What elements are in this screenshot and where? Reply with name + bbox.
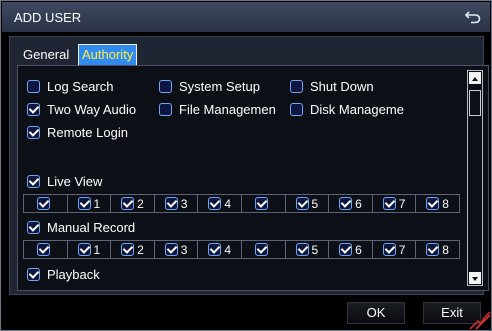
checkbox[interactable] bbox=[208, 197, 222, 210]
live-view-channel-2[interactable]: 2 bbox=[111, 195, 155, 212]
arrow-down-icon bbox=[472, 277, 478, 281]
manual-record-channel-5[interactable]: 5 bbox=[286, 241, 330, 258]
disk-management-option[interactable]: Disk Manageme bbox=[290, 102, 404, 117]
shut-down-option[interactable]: Shut Down bbox=[290, 79, 374, 94]
manual-record-channel-4[interactable]: 4 bbox=[198, 241, 242, 258]
log-search-checkbox[interactable] bbox=[27, 80, 40, 93]
manual-record-channel-grid: 1 2 3 4 5 6 7 8 bbox=[23, 240, 460, 259]
live-view-channel-group[interactable] bbox=[242, 195, 286, 212]
disk-management-label: Disk Manageme bbox=[310, 102, 404, 117]
vertical-scrollbar[interactable] bbox=[467, 70, 483, 286]
log-search-option[interactable]: Log Search bbox=[27, 79, 114, 94]
checkbox[interactable] bbox=[77, 197, 91, 210]
manual-record-channel-3[interactable]: 3 bbox=[155, 241, 199, 258]
ok-button[interactable]: OK bbox=[347, 302, 405, 324]
manual-record-channel-all[interactable] bbox=[24, 241, 68, 258]
playback-option[interactable]: Playback bbox=[27, 267, 100, 282]
checkbox[interactable] bbox=[37, 197, 51, 210]
remote-login-option[interactable]: Remote Login bbox=[27, 125, 128, 140]
remote-login-checkbox[interactable] bbox=[27, 126, 40, 139]
log-search-label: Log Search bbox=[47, 79, 114, 94]
manual-record-channel-1[interactable]: 1 bbox=[68, 241, 112, 258]
live-view-option[interactable]: Live View bbox=[27, 174, 102, 189]
arrow-up-icon bbox=[472, 77, 478, 81]
tab-authority[interactable]: Authority bbox=[78, 44, 138, 67]
shut-down-label: Shut Down bbox=[310, 79, 374, 94]
live-view-channel-7[interactable]: 7 bbox=[373, 195, 417, 212]
checkbox[interactable] bbox=[295, 197, 309, 210]
two-way-audio-label: Two Way Audio bbox=[47, 102, 137, 117]
two-way-audio-option[interactable]: Two Way Audio bbox=[27, 102, 136, 117]
shut-down-checkbox[interactable] bbox=[290, 80, 303, 93]
tab-general[interactable]: General bbox=[20, 44, 72, 65]
checkbox[interactable] bbox=[426, 243, 440, 256]
two-way-audio-checkbox[interactable] bbox=[27, 103, 40, 116]
live-view-channel-5[interactable]: 5 bbox=[286, 195, 330, 212]
live-view-channel-6[interactable]: 6 bbox=[329, 195, 373, 212]
manual-record-checkbox[interactable] bbox=[27, 221, 40, 234]
checkbox[interactable] bbox=[295, 243, 309, 256]
file-management-checkbox[interactable] bbox=[159, 103, 172, 116]
system-setup-label: System Setup bbox=[179, 79, 260, 94]
title-bar: ADD USER bbox=[2, 2, 490, 32]
checkbox[interactable] bbox=[121, 243, 135, 256]
checkbox[interactable] bbox=[37, 243, 51, 256]
live-view-channel-8[interactable]: 8 bbox=[416, 195, 459, 212]
resize-corner-icon[interactable] bbox=[462, 301, 492, 331]
manual-record-channel-7[interactable]: 7 bbox=[373, 241, 417, 258]
scroll-thumb[interactable] bbox=[469, 90, 481, 116]
checkbox[interactable] bbox=[77, 243, 91, 256]
live-view-channel-3[interactable]: 3 bbox=[155, 195, 199, 212]
disk-management-checkbox[interactable] bbox=[290, 103, 303, 116]
playback-label: Playback bbox=[47, 267, 100, 282]
live-view-channel-4[interactable]: 4 bbox=[198, 195, 242, 212]
system-setup-checkbox[interactable] bbox=[159, 80, 172, 93]
checkbox[interactable] bbox=[164, 243, 178, 256]
live-view-channel-all[interactable] bbox=[24, 195, 68, 212]
checkbox[interactable] bbox=[339, 243, 353, 256]
checkbox[interactable] bbox=[255, 197, 269, 210]
checkbox[interactable] bbox=[339, 197, 353, 210]
live-view-label: Live View bbox=[47, 174, 103, 189]
live-view-checkbox[interactable] bbox=[27, 175, 40, 188]
system-setup-option[interactable]: System Setup bbox=[159, 79, 260, 94]
file-management-label: File Managemen bbox=[179, 102, 276, 117]
checkbox[interactable] bbox=[255, 243, 269, 256]
dialog-title: ADD USER bbox=[14, 10, 82, 25]
checkbox[interactable] bbox=[121, 197, 135, 210]
scroll-up-button[interactable] bbox=[469, 72, 481, 84]
checkbox[interactable] bbox=[208, 243, 222, 256]
back-icon[interactable] bbox=[464, 9, 482, 25]
checkbox[interactable] bbox=[382, 243, 396, 256]
live-view-channel-1[interactable]: 1 bbox=[68, 195, 112, 212]
remote-login-label: Remote Login bbox=[47, 125, 128, 140]
manual-record-channel-group[interactable] bbox=[242, 241, 286, 258]
manual-record-channel-6[interactable]: 6 bbox=[329, 241, 373, 258]
file-management-option[interactable]: File Managemen bbox=[159, 102, 276, 117]
manual-record-label: Manual Record bbox=[47, 220, 136, 235]
checkbox[interactable] bbox=[382, 197, 396, 210]
manual-record-option[interactable]: Manual Record bbox=[27, 220, 135, 235]
manual-record-channel-8[interactable]: 8 bbox=[416, 241, 459, 258]
playback-checkbox[interactable] bbox=[27, 268, 40, 281]
live-view-channel-grid: 1 2 3 4 5 6 7 8 bbox=[23, 194, 460, 213]
manual-record-channel-2[interactable]: 2 bbox=[111, 241, 155, 258]
checkbox[interactable] bbox=[426, 197, 440, 210]
scroll-down-button[interactable] bbox=[469, 272, 481, 284]
checkbox[interactable] bbox=[164, 197, 178, 210]
